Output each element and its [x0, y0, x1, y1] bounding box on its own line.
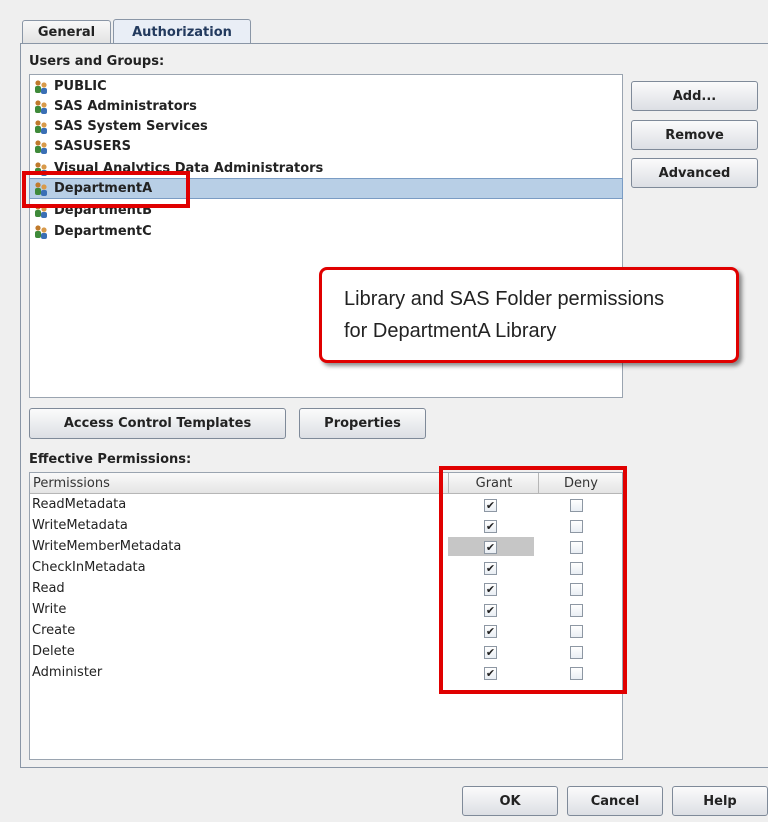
permission-name: Read [32, 581, 65, 596]
list-item-label: SAS System Services [54, 119, 208, 134]
effective-permissions-label: Effective Permissions: [29, 452, 192, 467]
permission-name: CheckInMetadata [32, 560, 146, 575]
list-item-label: PUBLIC [54, 79, 107, 94]
tab-authorization[interactable]: Authorization [113, 19, 251, 44]
list-item-label: SASUSERS [54, 139, 131, 154]
list-item[interactable]: DepartmentC [30, 222, 622, 241]
list-item[interactable]: SAS Administrators [30, 97, 622, 116]
advanced-button[interactable]: Advanced [631, 158, 758, 188]
authorization-dialog: General Authorization Users and Groups: … [0, 0, 768, 822]
user-group-icon [35, 224, 47, 239]
selection-highlight-box [22, 171, 190, 208]
callout-line-2: for DepartmentA Library [344, 320, 557, 342]
help-button[interactable]: Help [672, 786, 768, 816]
list-item[interactable]: SAS System Services [30, 117, 622, 136]
user-group-icon [35, 99, 47, 114]
permission-name: ReadMetadata [32, 497, 127, 512]
annotation-callout: Library and SAS Folder permissions for D… [319, 267, 739, 363]
remove-button[interactable]: Remove [631, 120, 758, 150]
ok-button[interactable]: OK [462, 786, 558, 816]
user-group-icon [35, 139, 47, 154]
callout-line-1: Library and SAS Folder permissions [344, 288, 665, 310]
tab-general[interactable]: General [22, 20, 111, 44]
list-item[interactable]: SASUSERS [30, 137, 622, 156]
users-groups-label: Users and Groups: [29, 54, 165, 69]
permission-name: WriteMemberMetadata [32, 539, 182, 554]
properties-button[interactable]: Properties [299, 408, 426, 439]
add-button[interactable]: Add... [631, 81, 758, 111]
grant-deny-highlight-box [439, 466, 627, 694]
permission-name: Create [32, 623, 76, 638]
access-control-templates-button[interactable]: Access Control Templates [29, 408, 286, 439]
permission-name: Delete [32, 644, 75, 659]
permission-name: WriteMetadata [32, 518, 128, 533]
user-group-icon [35, 79, 47, 94]
permission-name: Write [32, 602, 67, 617]
column-header-permissions: Permissions [33, 475, 110, 491]
permission-name: Administer [32, 665, 103, 680]
user-group-icon [35, 119, 47, 134]
list-item[interactable]: PUBLIC [30, 77, 622, 96]
list-item-label: SAS Administrators [54, 99, 197, 114]
cancel-button[interactable]: Cancel [567, 786, 663, 816]
list-item-label: DepartmentC [54, 224, 152, 239]
